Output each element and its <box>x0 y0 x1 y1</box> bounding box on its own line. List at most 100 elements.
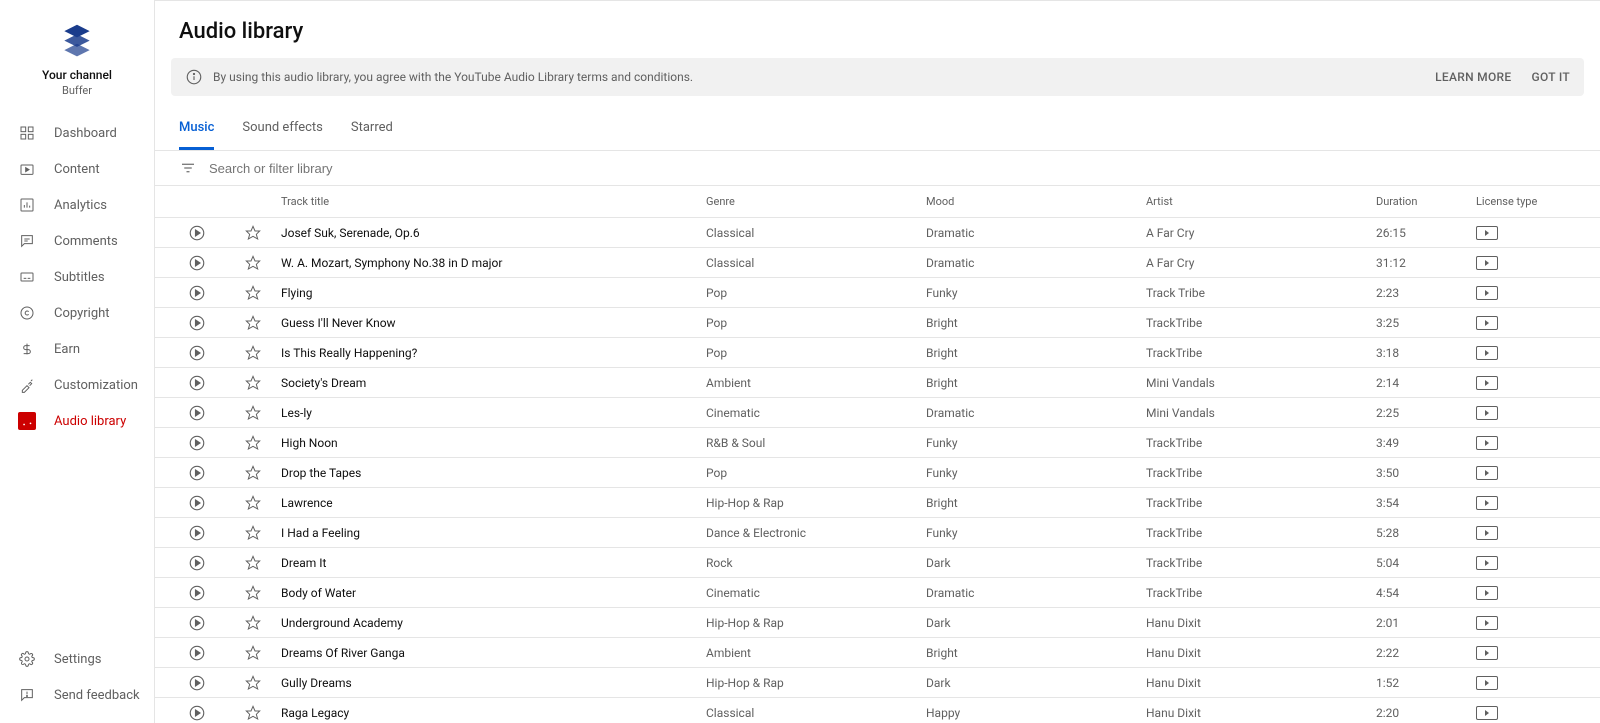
sidebar-item-earn[interactable]: Earn <box>0 331 154 367</box>
star-button[interactable] <box>225 285 281 301</box>
learn-more-button[interactable]: LEARN MORE <box>1435 70 1511 84</box>
sidebar-item-copyright[interactable]: Copyright <box>0 295 154 331</box>
star-button[interactable] <box>225 345 281 361</box>
th-artist[interactable]: Artist <box>1146 195 1376 208</box>
play-button[interactable] <box>169 344 225 362</box>
license-icon <box>1476 346 1498 360</box>
cell-duration: 3:25 <box>1376 316 1476 330</box>
cell-license[interactable] <box>1476 526 1600 540</box>
play-button[interactable] <box>169 494 225 512</box>
star-button[interactable] <box>225 465 281 481</box>
star-button[interactable] <box>225 255 281 271</box>
table-row: I Had a Feeling Dance & Electronic Funky… <box>155 518 1600 548</box>
play-button[interactable] <box>169 554 225 572</box>
tab-starred[interactable]: Starred <box>351 110 393 150</box>
play-button[interactable] <box>169 254 225 272</box>
sidebar-item-label: Analytics <box>54 198 107 213</box>
cell-duration: 3:54 <box>1376 496 1476 510</box>
tab-sound-effects[interactable]: Sound effects <box>242 110 322 150</box>
sidebar-item-subtitles[interactable]: Subtitles <box>0 259 154 295</box>
sidebar-item-customization[interactable]: Customization <box>0 367 154 403</box>
th-license[interactable]: License type <box>1476 195 1600 208</box>
th-duration[interactable]: Duration <box>1376 195 1476 208</box>
cell-title: Dreams Of River Ganga <box>281 646 706 660</box>
sidebar-item-audio-library[interactable]: Audio library <box>0 403 154 439</box>
cell-mood: Dark <box>926 616 1146 630</box>
play-button[interactable] <box>169 614 225 632</box>
star-button[interactable] <box>225 555 281 571</box>
license-icon <box>1476 376 1498 390</box>
audio-library-icon <box>18 412 36 430</box>
cell-license[interactable] <box>1476 616 1600 630</box>
sidebar-item-analytics[interactable]: Analytics <box>0 187 154 223</box>
cell-license[interactable] <box>1476 556 1600 570</box>
th-title[interactable]: Track title <box>281 195 706 208</box>
cell-duration: 1:52 <box>1376 676 1476 690</box>
cell-artist: TrackTribe <box>1146 526 1376 540</box>
search-input[interactable] <box>209 161 1576 176</box>
play-button[interactable] <box>169 404 225 422</box>
filter-icon[interactable] <box>179 159 197 177</box>
cell-license[interactable] <box>1476 436 1600 450</box>
cell-artist: Hanu Dixit <box>1146 646 1376 660</box>
star-button[interactable] <box>225 495 281 511</box>
star-button[interactable] <box>225 705 281 721</box>
sidebar-item-label: Customization <box>54 378 138 393</box>
play-button[interactable] <box>169 374 225 392</box>
star-button[interactable] <box>225 435 281 451</box>
star-button[interactable] <box>225 375 281 391</box>
cell-license[interactable] <box>1476 376 1600 390</box>
cell-license[interactable] <box>1476 676 1600 690</box>
cell-license[interactable] <box>1476 496 1600 510</box>
th-genre[interactable]: Genre <box>706 195 926 208</box>
play-button[interactable] <box>169 464 225 482</box>
cell-license[interactable] <box>1476 706 1600 720</box>
earn-icon <box>18 340 36 358</box>
cell-license[interactable] <box>1476 256 1600 270</box>
cell-license[interactable] <box>1476 406 1600 420</box>
cell-license[interactable] <box>1476 316 1600 330</box>
th-mood[interactable]: Mood <box>926 195 1146 208</box>
cell-artist: Track Tribe <box>1146 286 1376 300</box>
cell-license[interactable] <box>1476 586 1600 600</box>
channel-logo-icon[interactable] <box>58 20 96 58</box>
play-button[interactable] <box>169 224 225 242</box>
star-button[interactable] <box>225 615 281 631</box>
sidebar-item-comments[interactable]: Comments <box>0 223 154 259</box>
cell-license[interactable] <box>1476 286 1600 300</box>
got-it-button[interactable]: GOT IT <box>1531 70 1570 84</box>
star-button[interactable] <box>225 645 281 661</box>
star-button[interactable] <box>225 525 281 541</box>
play-button[interactable] <box>169 704 225 722</box>
cell-title: Society's Dream <box>281 376 706 390</box>
star-button[interactable] <box>225 225 281 241</box>
play-button[interactable] <box>169 434 225 452</box>
play-button[interactable] <box>169 584 225 602</box>
play-button[interactable] <box>169 674 225 692</box>
channel-sub: Buffer <box>62 84 92 97</box>
table-row: Drop the Tapes Pop Funky TrackTribe 3:50… <box>155 458 1600 488</box>
play-button[interactable] <box>169 284 225 302</box>
play-button[interactable] <box>169 644 225 662</box>
star-button[interactable] <box>225 585 281 601</box>
cell-duration: 2:01 <box>1376 616 1476 630</box>
sidebar-item-settings[interactable]: Settings <box>0 641 154 677</box>
cell-license[interactable] <box>1476 346 1600 360</box>
sidebar-item-dashboard[interactable]: Dashboard <box>0 115 154 151</box>
cell-title: I Had a Feeling <box>281 526 706 540</box>
info-icon <box>185 68 203 86</box>
star-button[interactable] <box>225 315 281 331</box>
star-button[interactable] <box>225 405 281 421</box>
license-icon <box>1476 286 1498 300</box>
cell-license[interactable] <box>1476 646 1600 660</box>
cell-artist: TrackTribe <box>1146 346 1376 360</box>
table-row: Josef Suk, Serenade, Op.6 Classical Dram… <box>155 218 1600 248</box>
play-button[interactable] <box>169 314 225 332</box>
cell-license[interactable] <box>1476 466 1600 480</box>
cell-license[interactable] <box>1476 226 1600 240</box>
star-button[interactable] <box>225 675 281 691</box>
tab-music[interactable]: Music <box>179 110 214 150</box>
sidebar-item-content[interactable]: Content <box>0 151 154 187</box>
sidebar-item-feedback[interactable]: Send feedback <box>0 677 154 713</box>
play-button[interactable] <box>169 524 225 542</box>
